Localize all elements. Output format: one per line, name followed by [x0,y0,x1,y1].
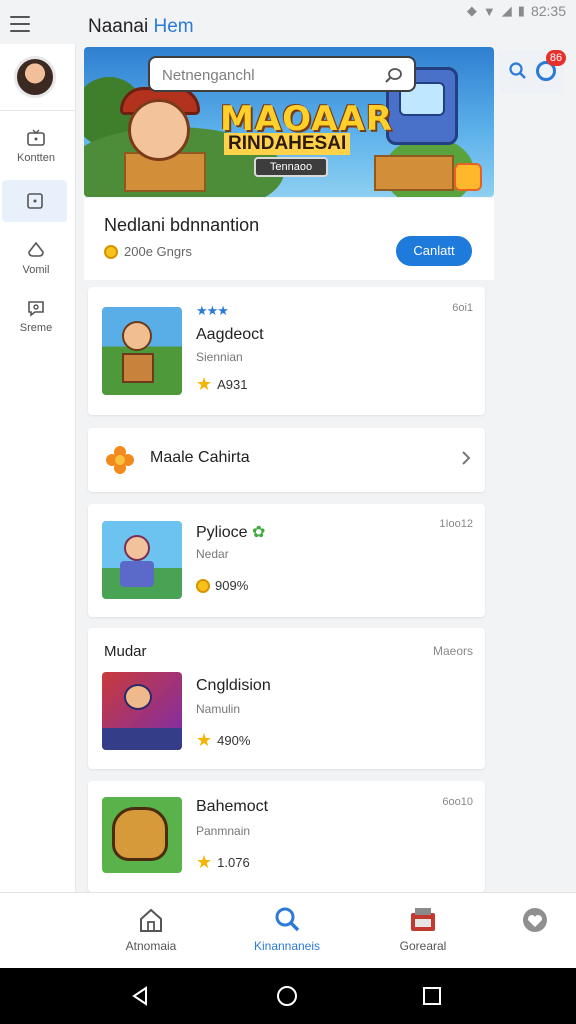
menu-icon[interactable] [10,16,30,32]
game-title: Aagdeoct [196,326,264,343]
coin-icon [196,578,210,593]
game-corner-meta: 6oi1 [452,302,473,314]
rail-divider [0,110,76,111]
app-title-main: Naanai [88,16,149,37]
app-title: Naanai Hem [88,16,194,38]
nav-item-label: Kinannaneis [253,939,321,953]
game-subtitle: Panmnain [196,824,251,838]
rail-item-vomil[interactable]: Vomil [0,240,72,276]
back-icon[interactable] [128,984,152,1008]
nav-item-label: Gorearal [399,939,447,953]
game-title: Pylioce ✿ [196,524,266,541]
game-rating-value: 1.076 [217,854,250,870]
banner-subtitle: RINDAHESAI [224,133,351,155]
game-title: Bahemoct [196,798,269,815]
home-button-icon[interactable] [275,984,299,1008]
game-corner-meta: 6oo10 [442,796,473,808]
game-title: Cngldision [196,677,271,694]
game-rating: ★ 490% [196,731,250,749]
game-subtitle: Namulin [196,702,241,716]
game-thumbnail [102,521,182,599]
featured-panel: Nedlani bdnnantion 200e Gngrs Canlatt [84,198,494,280]
featured-button[interactable]: Canlatt [396,236,472,266]
game-thumbnail [102,672,182,750]
top-bar: Naanai Hem [0,0,576,50]
search-icon[interactable] [384,65,404,85]
side-rail: Kontten Vomil Sreme [0,44,76,892]
chat-icon [28,301,44,317]
game-thumbnail [102,307,182,395]
rail-item-label: Vomil [22,264,50,276]
game-rating-value: A931 [217,376,248,392]
nav-item-shop[interactable]: Gorearal [368,905,478,953]
game-section-card[interactable]: Cngldision Namulin ★ 490% [88,628,485,769]
section-title: Mudar [104,643,147,660]
rail-item-sreme[interactable]: Sreme [0,298,72,334]
game-rating-value: 909% [215,578,249,593]
rail-item-label: Kontten [17,152,55,164]
category-row-label: Maale Cahirta [150,449,250,466]
system-nav-bar [0,968,576,1024]
spade-icon [28,241,44,257]
banner-button[interactable]: Tennaoo [254,157,328,177]
notification-badge: 86 [546,50,566,66]
shop-icon [411,908,435,931]
search-icon[interactable] [508,61,528,81]
game-rating: 909% [196,578,248,593]
home-icon [140,908,162,932]
clover-icon: ✿ [252,524,266,541]
banner-block [374,155,454,191]
search-icon [275,907,300,932]
tv-icon [27,129,45,146]
game-thumbnail [102,797,182,873]
section-more-link[interactable]: Maeors [433,644,473,658]
nav-item-favorites[interactable] [480,905,576,939]
chevron-right-icon [462,451,471,465]
rail-item-active[interactable] [2,180,67,222]
nav-item-search[interactable]: Kinannaneis [232,905,342,953]
game-subtitle: Siennian [196,350,243,364]
rail-item-label: Sreme [19,322,53,334]
star-icon: ★ [196,852,213,872]
top-actions: 86 [498,50,566,94]
nav-item-label: Atnomaia [125,939,177,953]
star-icon: ★ [196,730,213,750]
category-row[interactable]: Maale Cahirta [88,428,485,492]
game-rating: ★ 1.076 [196,853,250,871]
bottom-nav: Atnomaia Kinannaneis Gorearal [0,892,576,968]
avatar[interactable] [14,56,56,98]
recents-icon[interactable] [420,984,444,1008]
game-card[interactable]: Pylioce ✿ Nedar 909% 1Ioo12 [88,504,485,617]
rail-item-kontten[interactable]: Kontten [0,128,72,164]
coin-icon [104,244,118,259]
search-input[interactable]: Netnenganchl [148,56,416,92]
banner-hero [128,99,190,161]
flower-icon [106,446,134,474]
game-rating: ★ A931 [196,375,248,393]
game-rating-value: 490% [217,732,251,748]
banner-badge-icon [454,163,482,191]
game-corner-meta: 1Ioo12 [439,518,473,530]
heart-icon [523,908,547,932]
featured-title: Nedlani bdnnantion [104,215,260,235]
star-icon: ★ [196,374,213,394]
featured-meta: 200e Gngrs [104,244,192,259]
app-title-accent: Hem [153,16,194,37]
rank-stars: ★★★ [196,303,229,318]
game-subtitle: Nedar [196,547,229,561]
nav-item-home[interactable]: Atnomaia [96,905,206,953]
game-card[interactable]: Bahemoct Panmnain ★ 1.076 6oo10 [88,781,485,892]
search-placeholder: Netnenganchl [162,67,255,84]
game-card[interactable]: ★★★ Aagdeoct Siennian ★ A931 6oi1 [88,287,485,415]
square-icon [26,193,43,209]
featured-meta-text: 200e Gngrs [124,244,192,259]
